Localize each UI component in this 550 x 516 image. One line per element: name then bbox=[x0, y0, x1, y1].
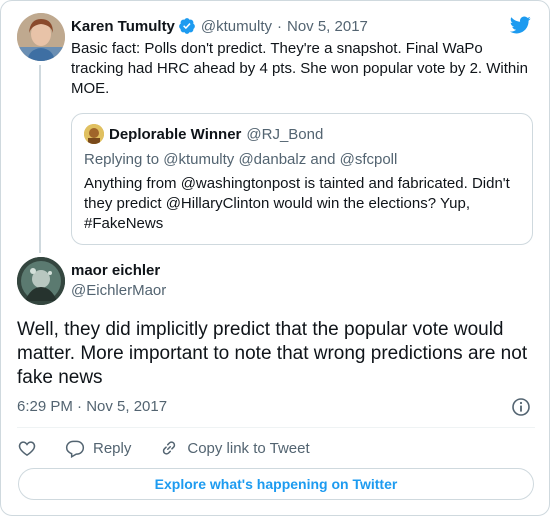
reply-label: Reply bbox=[93, 439, 132, 457]
divider bbox=[17, 427, 535, 428]
quoted-author-name: Deplorable Winner bbox=[109, 125, 242, 143]
replying-to-line: Replying to @ktumulty @danbalz and @sfcp… bbox=[84, 151, 398, 168]
verified-badge-icon bbox=[178, 17, 196, 35]
heart-icon bbox=[18, 441, 36, 456]
reply-bubble-icon bbox=[65, 440, 85, 458]
parent-tweet-date[interactable]: Nov 5, 2017 bbox=[287, 18, 368, 35]
tweet-timestamp[interactable]: 6:29 PM · Nov 5, 2017 bbox=[17, 397, 167, 417]
explore-twitter-button[interactable]: Explore what's happening on Twitter bbox=[18, 468, 534, 500]
separator-dot: · bbox=[276, 17, 282, 35]
parent-tweet-header: Karen Tumulty @ktumulty · Nov 5, 2017 bbox=[71, 15, 368, 37]
avatar-maor-eichler[interactable] bbox=[17, 257, 65, 305]
reply-button[interactable]: Reply bbox=[65, 438, 131, 458]
main-tweet-text: Well, they did implicitly predict that t… bbox=[17, 319, 528, 388]
quoted-tweet-header: Deplorable Winner @RJ_Bond bbox=[84, 124, 323, 144]
copy-link-button[interactable]: Copy link to Tweet bbox=[159, 438, 310, 458]
link-icon bbox=[163, 441, 176, 455]
copy-link-label: Copy link to Tweet bbox=[187, 439, 310, 457]
tweet-actions: Reply Copy link to Tweet bbox=[17, 437, 338, 459]
parent-tweet-text: Basic fact: Polls don't predict. They're… bbox=[71, 40, 528, 97]
thread-line bbox=[39, 65, 41, 253]
info-icon[interactable] bbox=[511, 397, 531, 417]
twitter-bird-icon[interactable] bbox=[508, 14, 532, 36]
parent-author-name[interactable]: Karen Tumulty bbox=[71, 18, 175, 35]
main-author-name[interactable]: maor eichler bbox=[71, 261, 160, 281]
parent-author-handle[interactable]: @ktumulty bbox=[201, 18, 272, 35]
embedded-tweet-card: Karen Tumulty @ktumulty · Nov 5, 2017 Ba… bbox=[0, 0, 550, 516]
avatar-karen-tumulty[interactable] bbox=[17, 13, 65, 61]
main-author-handle[interactable]: @EichlerMaor bbox=[71, 281, 166, 301]
quoted-tweet[interactable]: Deplorable Winner @RJ_Bond Replying to @… bbox=[71, 113, 533, 245]
like-button[interactable] bbox=[17, 438, 37, 458]
quoted-tweet-text: Anything from @washingtonpost is tainted… bbox=[84, 175, 510, 232]
quoted-author-handle: @RJ_Bond bbox=[246, 125, 324, 143]
avatar-deplorable-winner bbox=[84, 124, 104, 144]
